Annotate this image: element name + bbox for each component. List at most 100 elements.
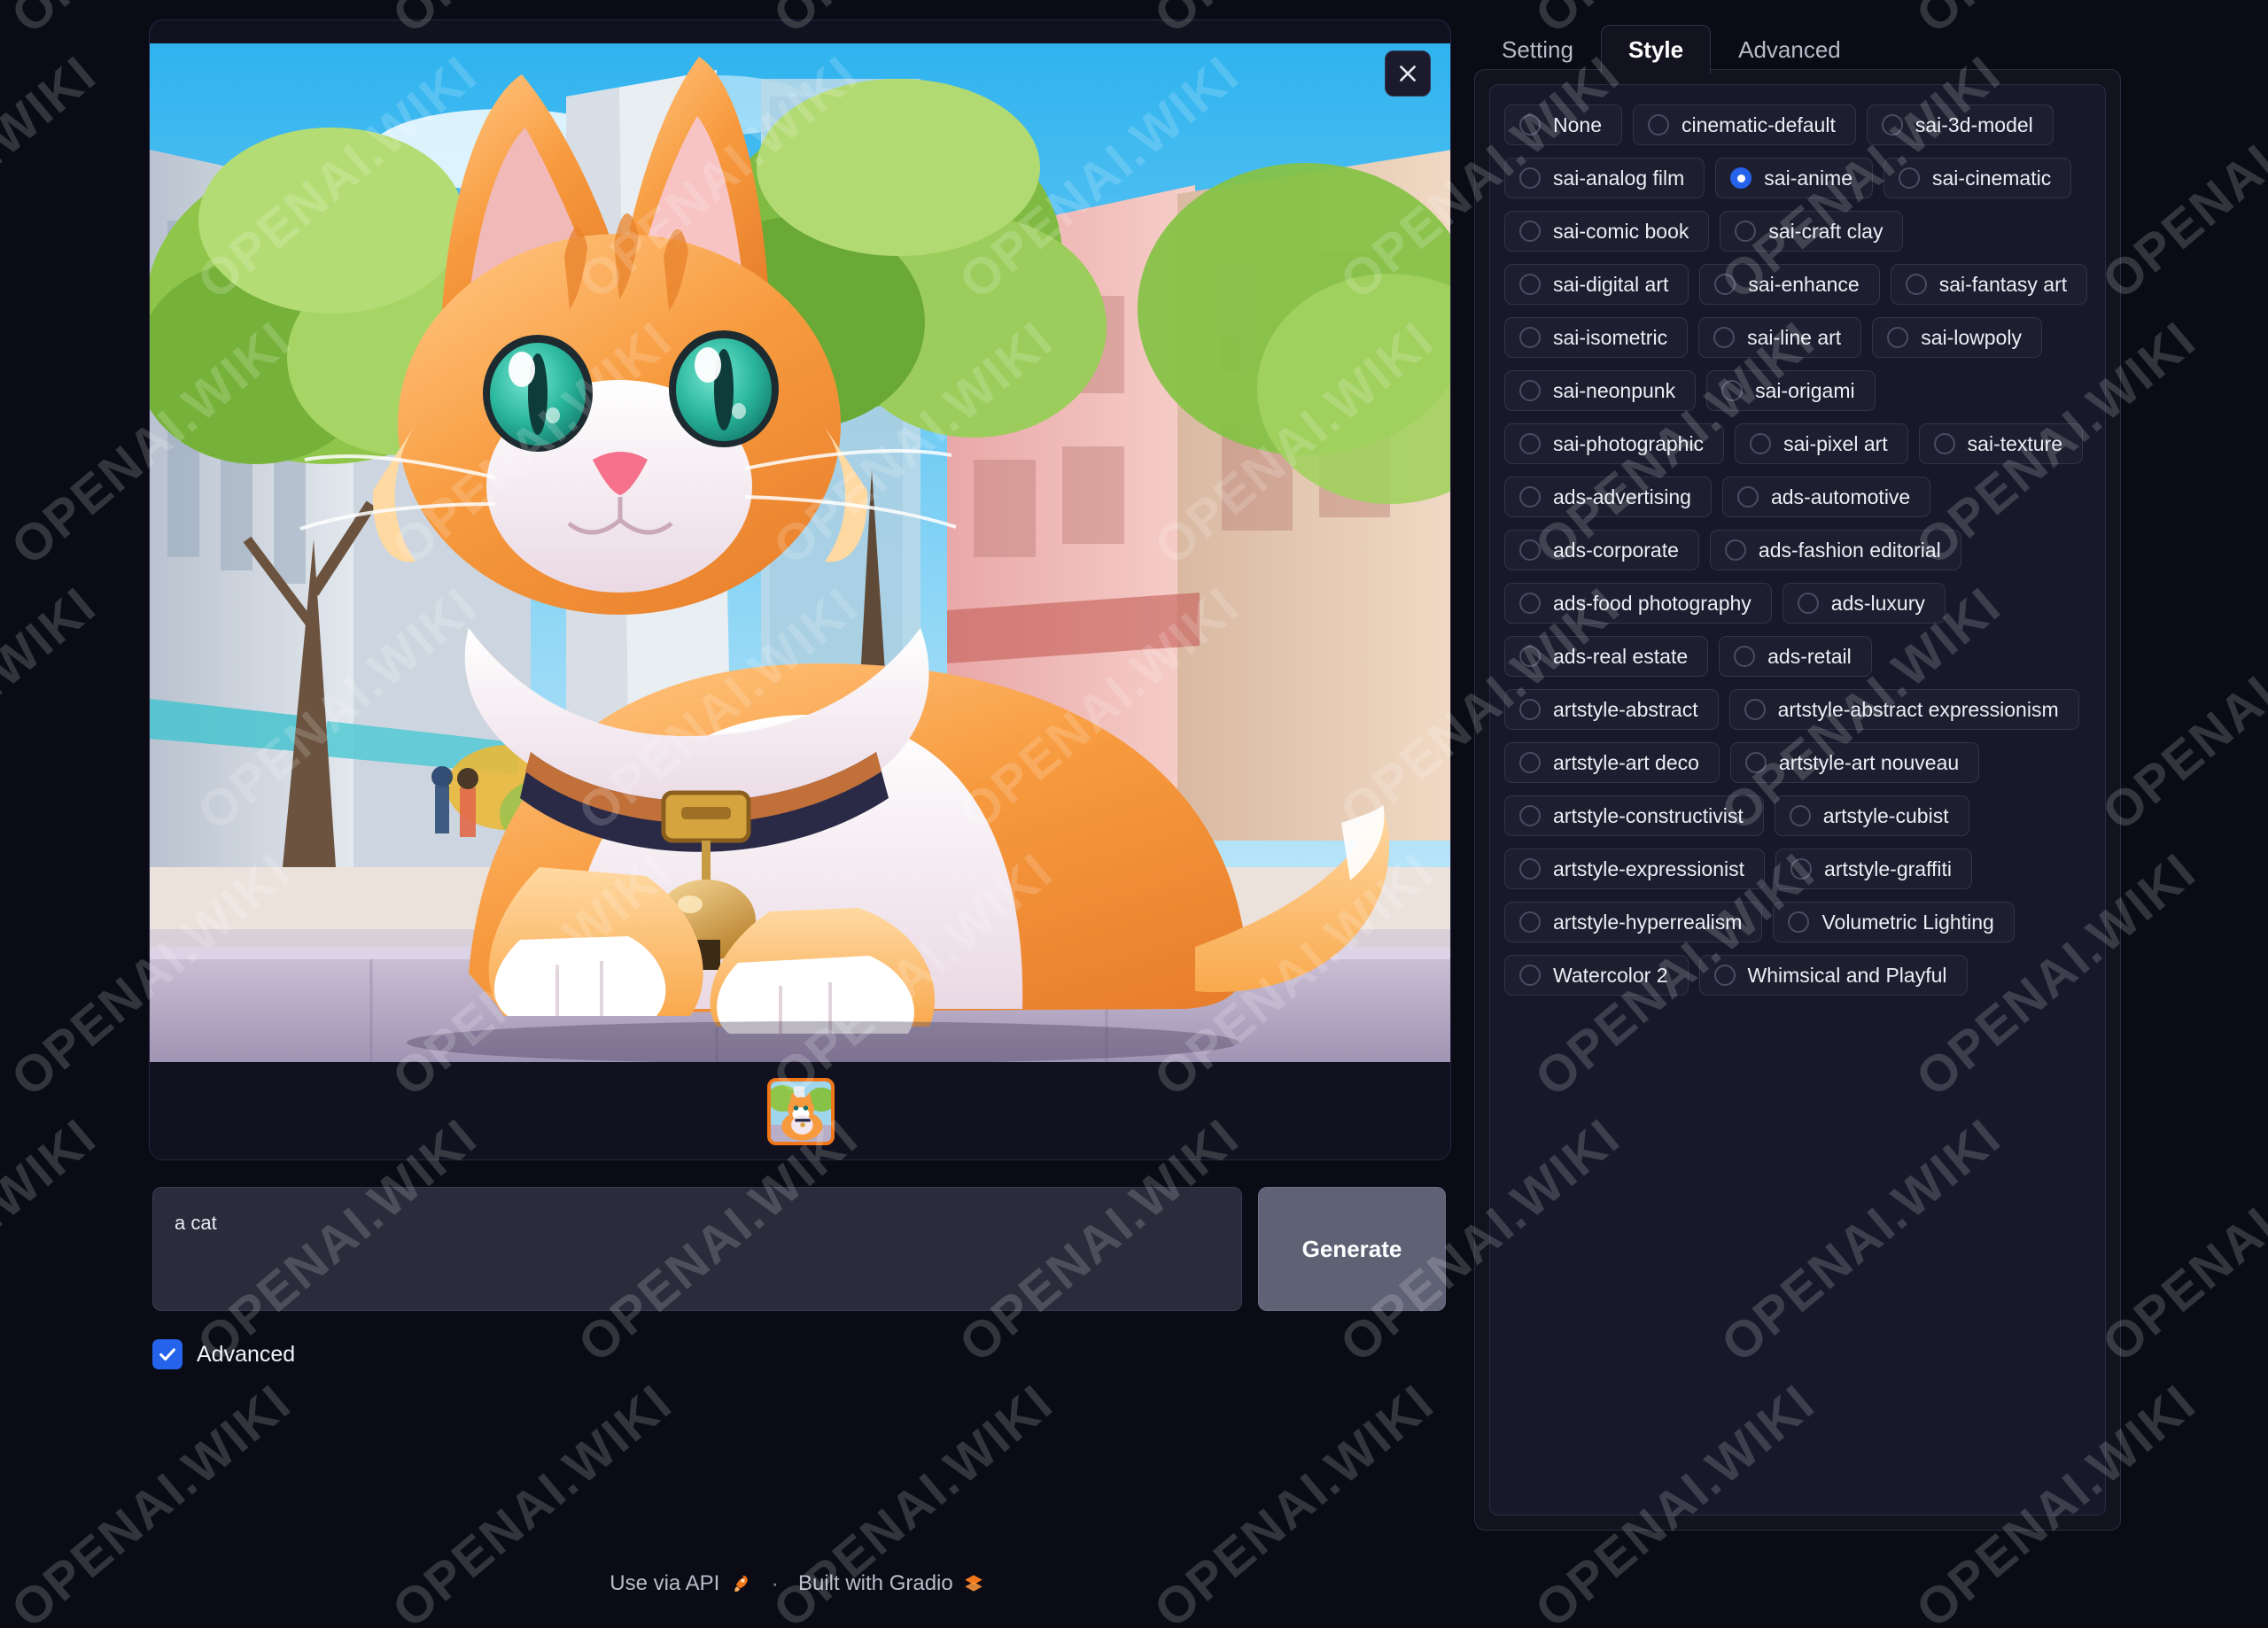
style-option-sai-photographic[interactable]: sai-photographic xyxy=(1504,423,1725,464)
style-option-sai-fantasy-art[interactable]: sai-fantasy art xyxy=(1890,264,2088,305)
footer-separator: · xyxy=(771,1570,779,1596)
radio-dot-icon xyxy=(1721,380,1744,401)
use-via-api-link[interactable]: Use via API xyxy=(610,1571,751,1596)
style-option-label: artstyle-cubist xyxy=(1822,803,1949,827)
style-option-label: ads-automotive xyxy=(1770,485,1911,508)
style-option-ads-automotive[interactable]: ads-automotive xyxy=(1721,477,1931,517)
style-option-sai-origami[interactable]: sai-origami xyxy=(1706,370,1876,411)
generated-cat-thumbnail[interactable] xyxy=(767,1078,835,1145)
style-option-label: ads-advertising xyxy=(1553,485,1691,508)
radio-dot-icon xyxy=(1519,593,1541,614)
tab-style-label: Style xyxy=(1627,36,1684,63)
close-icon[interactable] xyxy=(1385,50,1431,97)
prompt-row: Generate xyxy=(152,1187,1446,1311)
radio-dot-icon xyxy=(1519,486,1541,508)
style-option-ads-advertising[interactable]: ads-advertising xyxy=(1504,477,1712,517)
style-option-label: artstyle-constructivist xyxy=(1553,803,1744,827)
radio-dot-icon xyxy=(1734,646,1756,667)
style-option-sai-analog-film[interactable]: sai-analog film xyxy=(1504,158,1705,198)
panel-tabs: Setting Style Advanced xyxy=(1474,23,1868,74)
style-option-label: ads-corporate xyxy=(1553,538,1679,562)
prompt-input[interactable] xyxy=(152,1187,1242,1311)
tab-advanced[interactable]: Advanced xyxy=(1711,25,1868,74)
style-option-label: sai-analog film xyxy=(1553,166,1685,190)
style-radio-group: None cinematic-default sai-3d-model sai-ana… xyxy=(1489,84,2106,1516)
style-option-label: artstyle-art nouveau xyxy=(1778,750,1960,774)
style-option-ads-fashion-editorial[interactable]: ads-fashion editorial xyxy=(1709,530,1961,570)
style-option-volumetric-lighting[interactable]: Volumetric Lighting xyxy=(1773,902,2015,942)
style-option-label: sai-pixel art xyxy=(1783,431,1888,455)
style-option-sai-cinematic[interactable]: sai-cinematic xyxy=(1884,158,2072,198)
watermark-text: OPENAI.WIKI xyxy=(0,44,107,311)
style-option-artstyle-expressionist[interactable]: artstyle-expressionist xyxy=(1504,849,1766,889)
style-option-artstyle-art-nouveau[interactable]: artstyle-art nouveau xyxy=(1729,742,1980,783)
radio-dot-icon xyxy=(1789,805,1811,826)
style-option-label: sai-line art xyxy=(1747,325,1842,349)
style-option-sai-craft-clay[interactable]: sai-craft clay xyxy=(1720,211,1904,252)
radio-dot-icon xyxy=(1735,221,1757,242)
generate-button[interactable]: Generate xyxy=(1258,1187,1446,1311)
radio-dot-icon xyxy=(1887,327,1909,348)
image-preview-panel xyxy=(149,19,1451,1160)
tab-advanced-label: Advanced xyxy=(1738,36,1841,63)
style-option-label: sai-neonpunk xyxy=(1553,378,1676,402)
style-option-watercolor-2[interactable]: Watercolor 2 xyxy=(1504,955,1689,996)
style-option-sai-digital-art[interactable]: sai-digital art xyxy=(1504,264,1689,305)
style-option-sai-pixel-art[interactable]: sai-pixel art xyxy=(1735,423,1908,464)
style-option-ads-luxury[interactable]: ads-luxury xyxy=(1782,583,1946,624)
style-option-label: artstyle-hyperrealism xyxy=(1553,910,1743,934)
radio-dot-icon xyxy=(1519,221,1541,242)
style-option-ads-retail[interactable]: ads-retail xyxy=(1719,636,1872,677)
style-option-whimsical-and-playful[interactable]: Whimsical and Playful xyxy=(1698,955,1968,996)
watermark-text: OPENAI.WIKI xyxy=(0,1107,107,1374)
use-via-api-label: Use via API xyxy=(610,1570,720,1595)
radio-dot-icon xyxy=(1788,911,1810,933)
style-option-sai-anime[interactable]: sai-anime xyxy=(1715,158,1874,198)
style-option-sai-texture[interactable]: sai-texture xyxy=(1918,423,2084,464)
style-option-sai-lowpoly[interactable]: sai-lowpoly xyxy=(1872,317,2042,358)
advanced-checkbox[interactable] xyxy=(152,1339,183,1369)
style-option-label: ads-luxury xyxy=(1830,591,1925,615)
radio-dot-icon xyxy=(1744,752,1767,773)
style-option-sai-3d-model[interactable]: sai-3d-model xyxy=(1866,105,2054,145)
advanced-checkbox-row[interactable]: Advanced xyxy=(152,1339,295,1369)
radio-dot-icon xyxy=(1730,167,1752,189)
style-option-artstyle-abstract-expressionism[interactable]: artstyle-abstract expressionism xyxy=(1728,689,2079,730)
style-option-ads-food-photography[interactable]: ads-food photography xyxy=(1504,583,1772,624)
style-option-none[interactable]: None xyxy=(1504,105,1622,145)
style-option-artstyle-cubist[interactable]: artstyle-cubist xyxy=(1774,795,1969,836)
radio-dot-icon xyxy=(1714,274,1736,295)
generated-image[interactable] xyxy=(150,43,1450,1062)
style-option-ads-corporate[interactable]: ads-corporate xyxy=(1504,530,1699,570)
tab-setting[interactable]: Setting xyxy=(1474,25,1601,74)
style-option-label: sai-lowpoly xyxy=(1921,325,2022,349)
radio-dot-icon xyxy=(1724,539,1746,561)
style-option-sai-isometric[interactable]: sai-isometric xyxy=(1504,317,1689,358)
radio-dot-icon xyxy=(1519,539,1541,561)
radio-dot-icon xyxy=(1519,380,1541,401)
style-option-artstyle-art-deco[interactable]: artstyle-art deco xyxy=(1504,742,1720,783)
radio-dot-icon xyxy=(1744,699,1766,720)
built-with-gradio-link[interactable]: Built with Gradio xyxy=(798,1571,985,1596)
radio-dot-icon xyxy=(1519,858,1541,880)
style-option-artstyle-abstract[interactable]: artstyle-abstract xyxy=(1504,689,1719,730)
style-option-artstyle-graffiti[interactable]: artstyle-graffiti xyxy=(1775,849,1973,889)
style-option-sai-line-art[interactable]: sai-line art xyxy=(1698,317,1862,358)
style-option-label: Whimsical and Playful xyxy=(1747,963,1947,987)
radio-dot-icon xyxy=(1736,486,1759,508)
footer: Use via API · Built with Gradio xyxy=(0,1570,1595,1597)
style-option-sai-neonpunk[interactable]: sai-neonpunk xyxy=(1504,370,1697,411)
gradio-app: Generate Advanced Use via API · Built wi… xyxy=(0,0,2268,1628)
style-option-sai-comic-book[interactable]: sai-comic book xyxy=(1504,211,1710,252)
style-option-cinematic-default[interactable]: cinematic-default xyxy=(1632,105,1856,145)
style-option-artstyle-constructivist[interactable]: artstyle-constructivist xyxy=(1504,795,1764,836)
radio-dot-icon xyxy=(1519,752,1541,773)
style-option-sai-enhance[interactable]: sai-enhance xyxy=(1699,264,1880,305)
radio-dot-icon xyxy=(1519,911,1541,933)
radio-dot-icon xyxy=(1899,167,1921,189)
style-option-label: sai-origami xyxy=(1755,378,1855,402)
tab-style[interactable]: Style xyxy=(1600,25,1712,74)
style-option-artstyle-hyperrealism[interactable]: artstyle-hyperrealism xyxy=(1504,902,1763,942)
radio-dot-icon xyxy=(1933,433,1955,454)
style-option-ads-real-estate[interactable]: ads-real estate xyxy=(1504,636,1709,677)
